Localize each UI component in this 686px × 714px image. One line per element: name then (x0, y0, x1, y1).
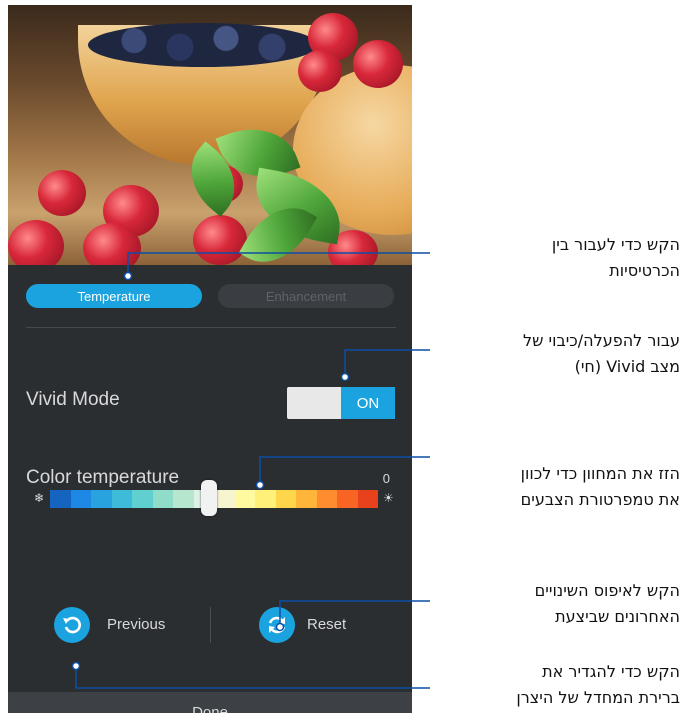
callout-reset: הקש לאיפוס השינויים האחרונים שביצעת (430, 578, 680, 630)
callout-text: הקש כדי לעבור בין (551, 235, 680, 254)
callout-text: את טמפרטורת הצבעים (520, 490, 680, 509)
callout-vivid: עבור להפעלה/כיבוי של מצב Vivid (חי) (430, 328, 680, 380)
callout-text: האחרונים שביצעת (555, 607, 680, 626)
callout-text: הקש לאיפוס השינויים (534, 581, 680, 600)
callout-text: ברירת המחדל של היצרן (516, 688, 680, 707)
callout-text: מצב Vivid (חי) (574, 357, 680, 376)
callout-tabs: הקש כדי לעבור בין הכרטיסיות (430, 232, 680, 284)
callout-text: הכרטיסיות (609, 261, 680, 280)
callout-slider: הזז את המחוון כדי לכוון את טמפרטורת הצבע… (430, 461, 680, 513)
callout-text: עבור להפעלה/כיבוי של (523, 331, 680, 350)
callout-previous: הקש כדי להגדיר את ברירת המחדל של היצרן (430, 659, 680, 711)
callout-text: הקש כדי להגדיר את (542, 662, 680, 681)
callout-text: הזז את המחוון כדי לכוון (520, 464, 680, 483)
